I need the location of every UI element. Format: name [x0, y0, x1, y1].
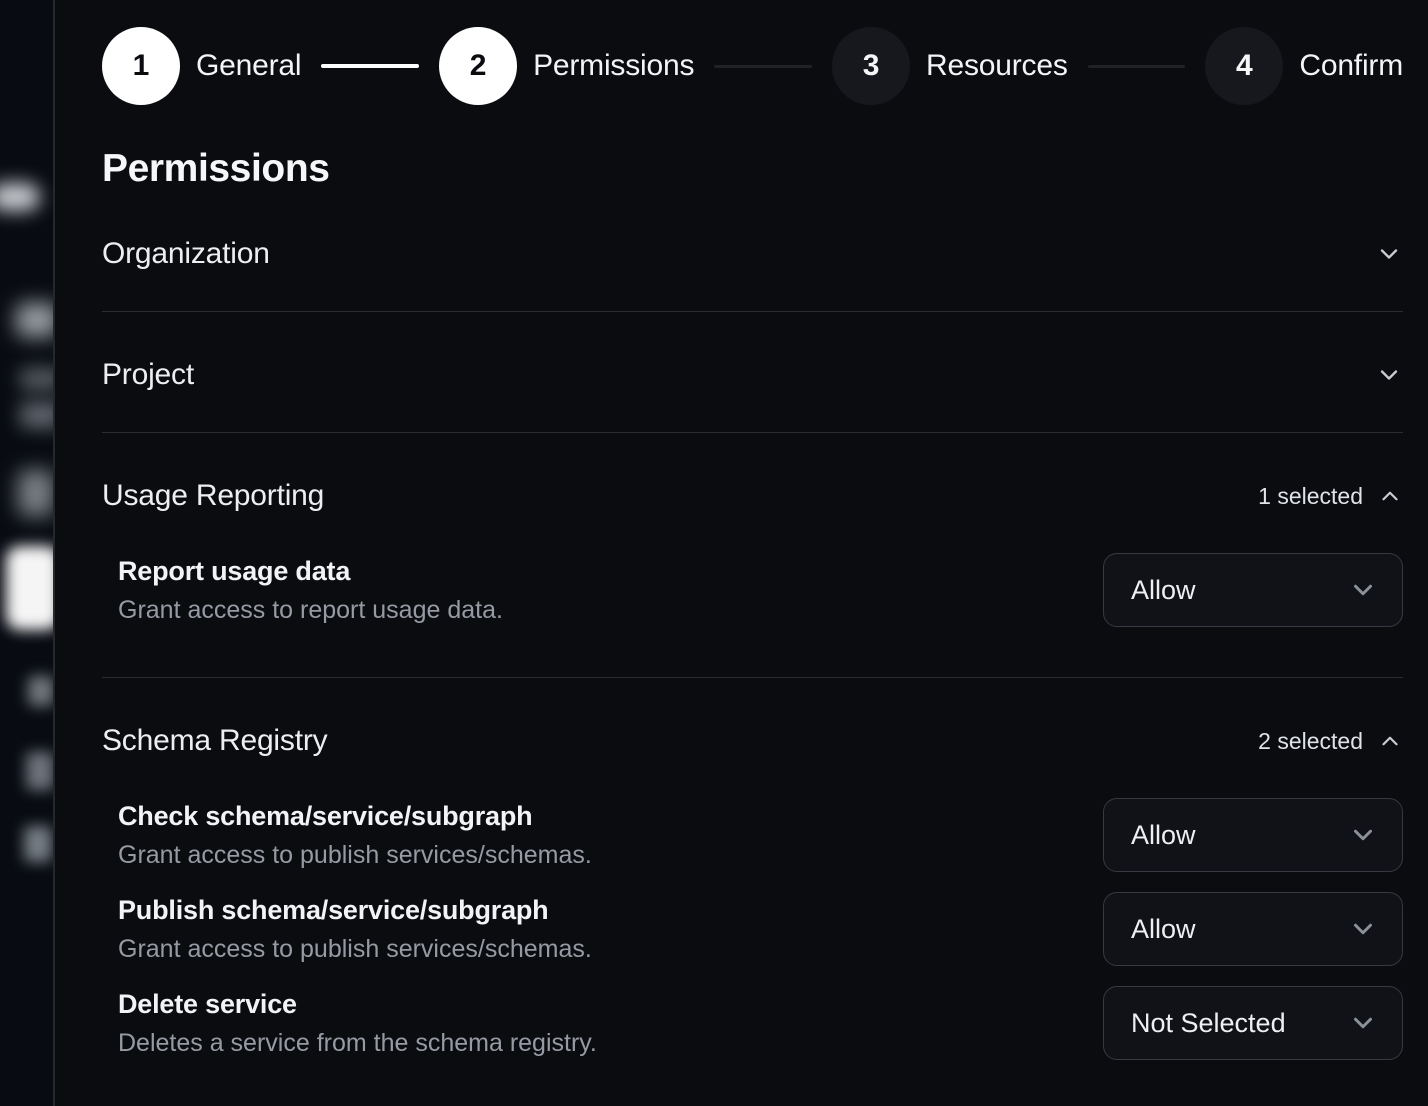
chevron-down-icon — [1348, 914, 1378, 944]
section-header-organization[interactable]: Organization — [102, 191, 1403, 271]
permission-row: Delete service Deletes a service from th… — [118, 986, 1403, 1060]
step-number-badge: 1 — [102, 27, 180, 105]
blurred-sidebar-content — [0, 183, 40, 211]
permission-list: Check schema/service/subgraph Grant acce… — [102, 798, 1403, 1060]
select-value: Allow — [1131, 575, 1196, 606]
section-title: Organization — [102, 237, 270, 271]
permission-select-delete-service[interactable]: Not Selected — [1103, 986, 1403, 1060]
permission-description: Grant access to publish services/schemas… — [118, 841, 592, 870]
permission-row: Check schema/service/subgraph Grant acce… — [118, 798, 1403, 872]
section-header-project[interactable]: Project — [102, 312, 1403, 392]
step-resources[interactable]: 3 Resources — [832, 27, 1068, 105]
step-number-badge: 2 — [439, 27, 517, 105]
blurred-sidebar-content — [20, 368, 55, 390]
permission-title: Publish schema/service/subgraph — [118, 895, 592, 926]
section-project: Project — [102, 312, 1403, 433]
section-organization: Organization — [102, 191, 1403, 312]
step-number-badge: 3 — [832, 27, 910, 105]
section-header-usage-reporting[interactable]: Usage Reporting 1 selected — [102, 433, 1403, 513]
permission-select-publish-schema[interactable]: Allow — [1103, 892, 1403, 966]
section-title: Project — [102, 358, 194, 392]
chevron-up-icon — [1377, 728, 1403, 754]
blurred-sidebar-content — [16, 303, 55, 337]
step-confirm[interactable]: 4 Confirm — [1205, 27, 1403, 105]
chevron-down-icon — [1348, 575, 1378, 605]
permission-row: Report usage data Grant access to report… — [118, 553, 1403, 627]
select-value: Not Selected — [1131, 1008, 1286, 1039]
step-label: Confirm — [1299, 49, 1403, 83]
step-label: Permissions — [533, 49, 694, 83]
permission-title: Check schema/service/subgraph — [118, 801, 592, 832]
step-permissions[interactable]: 2 Permissions — [439, 27, 694, 105]
blurred-sidebar-content — [24, 826, 52, 862]
chevron-down-icon — [1348, 1008, 1378, 1038]
permission-select-check-schema[interactable]: Allow — [1103, 798, 1403, 872]
chevron-up-icon — [1377, 483, 1403, 509]
blurred-sidebar-content — [26, 752, 54, 790]
step-general[interactable]: 1 General — [102, 27, 301, 105]
select-value: Allow — [1131, 914, 1196, 945]
permission-select-report-usage-data[interactable]: Allow — [1103, 553, 1403, 627]
permission-description: Deletes a service from the schema regist… — [118, 1029, 597, 1058]
wizard-stepper: 1 General 2 Permissions 3 Resources 4 Co… — [102, 27, 1403, 105]
section-title: Usage Reporting — [102, 479, 324, 513]
background-sidebar — [0, 0, 55, 1106]
chevron-down-icon — [1375, 361, 1403, 389]
section-usage-reporting: Usage Reporting 1 selected Report usage … — [102, 433, 1403, 678]
permission-title: Delete service — [118, 989, 597, 1020]
step-connector — [1088, 65, 1186, 68]
step-connector — [321, 64, 419, 68]
selected-count: 2 selected — [1258, 728, 1363, 755]
chevron-down-icon — [1375, 240, 1403, 268]
permission-description: Grant access to publish services/schemas… — [118, 935, 592, 964]
step-label: General — [196, 49, 301, 83]
wizard-panel: 1 General 2 Permissions 3 Resources 4 Co… — [57, 0, 1428, 1106]
permission-row: Publish schema/service/subgraph Grant ac… — [118, 892, 1403, 966]
step-connector — [714, 65, 812, 68]
blurred-sidebar-content — [20, 402, 55, 428]
chevron-down-icon — [1348, 820, 1378, 850]
section-schema-registry: Schema Registry 2 selected Check schema/… — [102, 678, 1403, 1060]
select-value: Allow — [1131, 820, 1196, 851]
blurred-sidebar-content — [6, 546, 55, 630]
permission-title: Report usage data — [118, 556, 503, 587]
section-title: Schema Registry — [102, 724, 327, 758]
step-label: Resources — [926, 49, 1068, 83]
permission-list: Report usage data Grant access to report… — [102, 553, 1403, 627]
step-number-badge: 4 — [1205, 27, 1283, 105]
blurred-sidebar-content — [28, 676, 54, 706]
page-title: Permissions — [102, 147, 1403, 191]
blurred-sidebar-content — [18, 470, 54, 516]
selected-count: 1 selected — [1258, 483, 1363, 510]
permission-description: Grant access to report usage data. — [118, 596, 503, 625]
section-header-schema-registry[interactable]: Schema Registry 2 selected — [102, 678, 1403, 758]
